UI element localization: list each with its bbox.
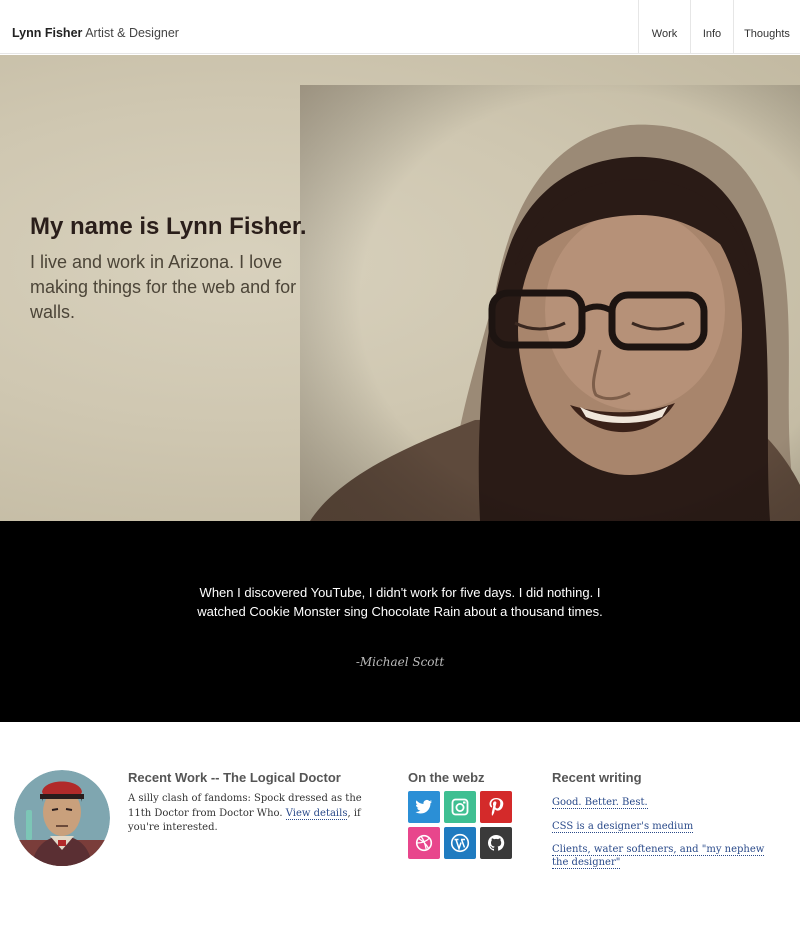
pinterest-icon	[489, 798, 504, 816]
view-details-link[interactable]: View details	[285, 807, 348, 820]
quote-section: When I discovered YouTube, I didn't work…	[0, 521, 800, 722]
quote-text: When I discovered YouTube, I didn't work…	[197, 585, 603, 619]
writing-item: Good. Better. Best.	[552, 796, 772, 809]
twitter-icon	[415, 799, 432, 814]
footer-section: Recent Work -- The Logical Doctor A sill…	[0, 722, 800, 928]
hero-section: My name is Lynn Fisher. I live and work …	[0, 55, 800, 521]
pinterest-link[interactable]	[480, 791, 512, 823]
dribbble-link[interactable]	[408, 827, 440, 859]
dribbble-icon	[415, 834, 433, 852]
site-header: Lynn Fisher Artist & Designer Work Info …	[0, 0, 800, 54]
brand-name: Lynn Fisher	[12, 26, 83, 40]
portrait-photo	[300, 85, 800, 521]
github-icon	[487, 834, 505, 851]
nav-work[interactable]: Work	[638, 0, 690, 54]
hero-title: My name is Lynn Fisher.	[30, 213, 307, 240]
nav-info[interactable]: Info	[690, 0, 733, 54]
recent-writing-heading: Recent writing	[552, 770, 642, 785]
spock-doctor-illustration	[14, 770, 110, 866]
quote-author: -Michael Scott	[355, 655, 445, 669]
recent-work-description: A silly clash of fandoms: Spock dressed …	[128, 792, 368, 836]
webz-heading: On the webz	[408, 770, 485, 785]
writing-item: CSS is a designer's medium	[552, 820, 772, 833]
brand-role: Artist & Designer	[85, 26, 179, 40]
twitter-link[interactable]	[408, 791, 440, 823]
site-logo[interactable]: Lynn Fisher Artist & Designer	[12, 26, 179, 40]
instagram-link[interactable]	[444, 791, 476, 823]
hero-subtitle: I live and work in Arizona. I love makin…	[30, 252, 297, 322]
main-nav: Work Info Thoughts	[638, 0, 800, 54]
writing-link-1[interactable]: Good. Better. Best.	[552, 797, 648, 809]
nav-thoughts[interactable]: Thoughts	[733, 0, 800, 54]
instagram-icon	[451, 798, 469, 816]
github-link[interactable]	[480, 827, 512, 859]
writing-link-3[interactable]: Clients, water softeners, and "my nephew…	[552, 844, 765, 869]
wordpress-icon	[450, 833, 470, 853]
recent-work-thumbnail[interactable]	[14, 770, 110, 866]
writing-item: Clients, water softeners, and "my nephew…	[552, 843, 772, 869]
writing-link-2[interactable]: CSS is a designer's medium	[552, 821, 694, 833]
recent-work-heading: Recent Work -- The Logical Doctor	[128, 770, 341, 785]
wordpress-link[interactable]	[444, 827, 476, 859]
